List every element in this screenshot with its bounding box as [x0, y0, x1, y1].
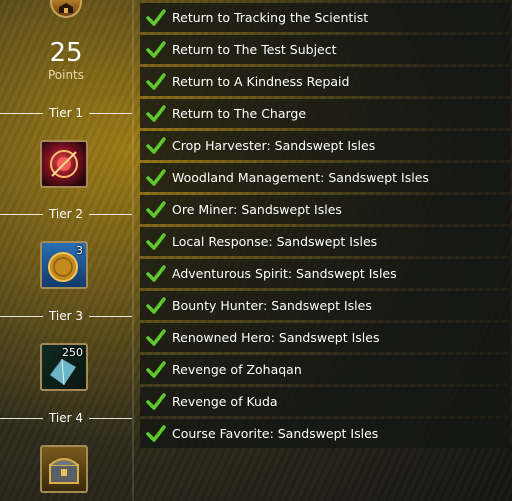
tier-label: Tier 2 [48, 207, 84, 221]
achievement-label: Woodland Management: Sandswept Isles [172, 170, 429, 185]
achievement-row[interactable]: Return to Tracking the Scientist [140, 3, 510, 32]
achievement-row[interactable]: Local Response: Sandswept Isles [140, 227, 510, 256]
achievement-row[interactable]: Adventurous Spirit: Sandswept Isles [140, 259, 510, 288]
achievement-row[interactable]: Ore Miner: Sandswept Isles [140, 195, 510, 224]
checkmark-icon [140, 259, 172, 288]
achievement-category-icon [50, 0, 82, 18]
treasure-chest-icon [49, 458, 79, 484]
tier-label: Tier 4 [48, 411, 84, 425]
checkmark-icon [140, 195, 172, 224]
rewards-panel: 25 Points Tier 1 Tier 2 3 Tier 3 250 Tie… [0, 0, 132, 501]
achievement-label: Ore Miner: Sandswept Isles [172, 202, 342, 217]
achievement-label: Return to The Test Subject [172, 42, 337, 57]
achievement-label: Return to Tracking the Scientist [172, 10, 369, 25]
achievement-row[interactable]: Bounty Hunter: Sandswept Isles [140, 291, 510, 320]
tier-3-header: Tier 3 [0, 308, 132, 324]
achievement-label: Revenge of Zohaqan [172, 362, 302, 377]
checkmark-icon [140, 131, 172, 160]
column-divider [132, 0, 134, 501]
checkmark-icon [140, 99, 172, 128]
achievement-row[interactable]: Crop Harvester: Sandswept Isles [140, 131, 510, 160]
tier-1-header: Tier 1 [0, 105, 132, 121]
achievement-label: Return to A Kindness Repaid [172, 74, 350, 89]
checkmark-icon [140, 227, 172, 256]
achievement-label: Crop Harvester: Sandswept Isles [172, 138, 376, 153]
achievement-label: Course Favorite: Sandswept Isles [172, 426, 379, 441]
achievement-row[interactable]: Woodland Management: Sandswept Isles [140, 163, 510, 192]
tier-2-header: Tier 2 [0, 206, 132, 222]
achievement-row[interactable]: Course Favorite: Sandswept Isles [140, 419, 510, 448]
achievement-row[interactable]: Revenge of Zohaqan [140, 355, 510, 384]
achievement-label: Revenge of Kuda [172, 394, 278, 409]
crimson-orb-icon [50, 150, 78, 178]
reward-count: 250 [62, 346, 83, 359]
checkmark-icon [140, 163, 172, 192]
achievement-row[interactable]: Return to A Kindness Repaid [140, 67, 510, 96]
house-icon [59, 3, 73, 13]
tier-4-header: Tier 4 [0, 410, 132, 426]
checkmark-icon [140, 387, 172, 416]
tier-label: Tier 3 [48, 309, 84, 323]
achievement-label: Adventurous Spirit: Sandswept Isles [172, 266, 397, 281]
tier-3-reward[interactable]: 250 [40, 343, 88, 391]
checkmark-icon [140, 323, 172, 352]
tier-1-reward[interactable] [40, 140, 88, 188]
achievement-label: Local Response: Sandswept Isles [172, 234, 378, 249]
checkmark-icon [140, 355, 172, 384]
points-value: 25 [49, 38, 83, 68]
achievement-row[interactable]: Renowned Hero: Sandswept Isles [140, 323, 510, 352]
achievement-row[interactable]: Return to The Test Subject [140, 35, 510, 64]
achievement-row[interactable]: Revenge of Kuda [140, 387, 510, 416]
tier-label: Tier 1 [48, 106, 84, 120]
tier-2-reward[interactable]: 3 [40, 241, 88, 289]
achievement-label: Return to The Charge [172, 106, 307, 121]
checkmark-icon [140, 35, 172, 64]
achievement-row[interactable]: Return to The Charge [140, 99, 510, 128]
checkmark-icon [140, 291, 172, 320]
reward-count: 3 [76, 244, 83, 257]
checkmark-icon [140, 419, 172, 448]
checkmark-icon [140, 67, 172, 96]
checkmark-icon [140, 3, 172, 32]
points-label: Points [47, 68, 85, 82]
achievement-label: Bounty Hunter: Sandswept Isles [172, 298, 372, 313]
tier-4-reward[interactable] [40, 445, 88, 493]
achievement-label: Renowned Hero: Sandswept Isles [172, 330, 380, 345]
